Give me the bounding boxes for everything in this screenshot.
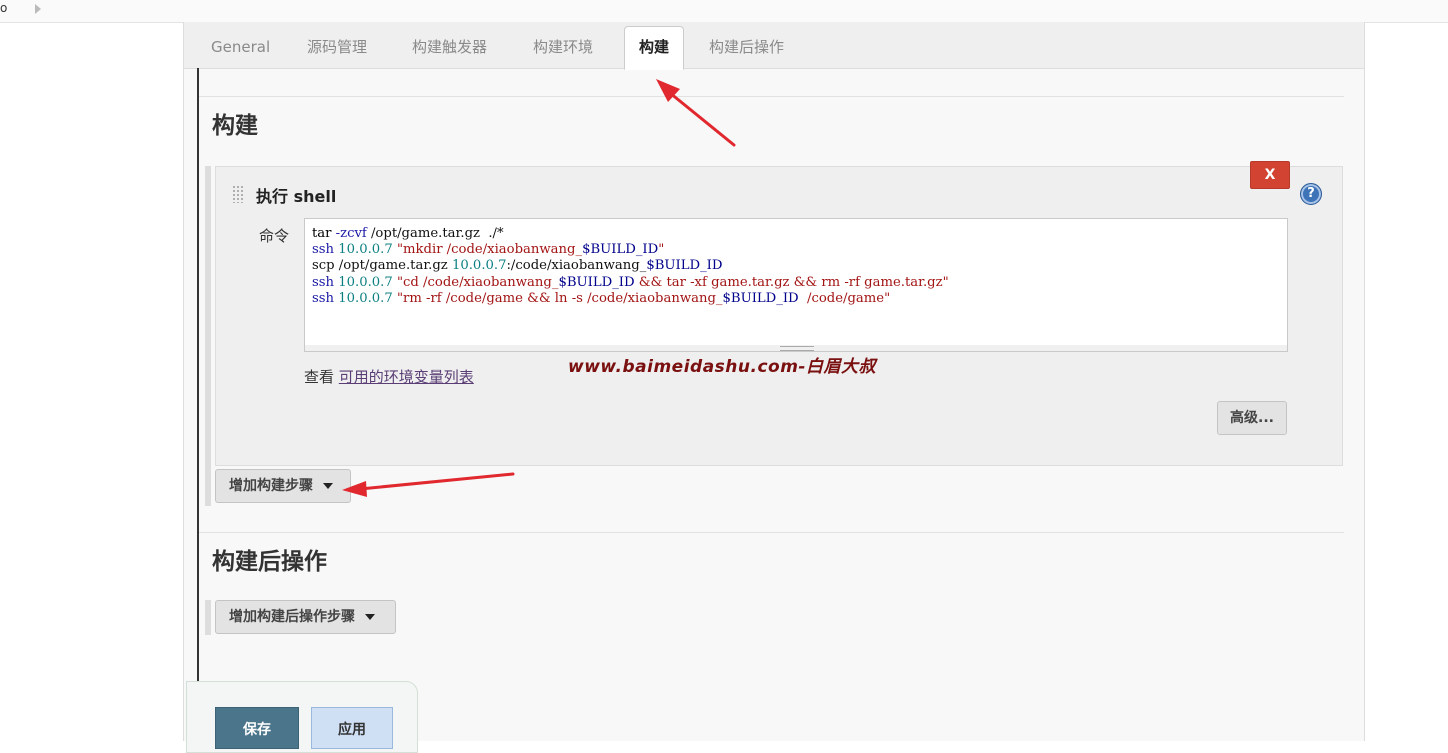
add-post-build-step-button[interactable]: 增加构建后操作步骤	[215, 600, 396, 634]
save-button[interactable]: 保存	[215, 707, 299, 749]
advanced-button[interactable]: 高级...	[1217, 401, 1287, 435]
env-vars-line: 查看 可用的环境变量列表	[304, 366, 474, 387]
config-panel: General 源码管理 构建触发器 构建环境 构建 构建后操作 构建 执行 s…	[183, 22, 1365, 741]
tab-build-triggers[interactable]: 构建触发器	[412, 22, 487, 68]
code-line: ssh 10.0.0.7 "mkdir /code/xiaobanwang_$B…	[312, 242, 665, 258]
apply-button[interactable]: 应用	[311, 707, 393, 749]
drag-handle-icon[interactable]	[232, 185, 244, 203]
add-post-build-step-label: 增加构建后操作步骤	[229, 609, 355, 625]
build-section-title: 构建	[212, 113, 258, 139]
code-line: ssh 10.0.0.7 "rm -rf /code/game && ln -s…	[312, 290, 891, 306]
code-line: scp /opt/game.tar.gz 10.0.0.7:/code/xiao…	[312, 258, 723, 274]
tab-bar: General 源码管理 构建触发器 构建环境 构建 构建后操作	[184, 22, 1364, 70]
step-stripe	[205, 600, 211, 635]
tab-build[interactable]: 构建	[624, 26, 684, 70]
caret-down-icon	[323, 483, 333, 489]
code-line: tar -zcvf /opt/game.tar.gz ./*	[312, 226, 504, 241]
top-bar: o	[0, 0, 1448, 23]
divider	[199, 96, 1344, 97]
bottom-action-bar: 保存 应用	[186, 681, 418, 753]
divider	[199, 532, 1344, 533]
code-line: ssh 10.0.0.7 "cd /code/xiaobanwang_$BUIL…	[312, 274, 949, 290]
step-stripe	[205, 166, 211, 506]
command-label: 命令	[259, 227, 290, 245]
view-prefix: 查看	[304, 368, 335, 386]
env-vars-link[interactable]: 可用的环境变量列表	[339, 368, 474, 386]
delete-step-button[interactable]: X	[1250, 161, 1290, 189]
tab-post-build[interactable]: 构建后操作	[709, 22, 784, 68]
resize-grip[interactable]	[304, 345, 1288, 352]
tab-general[interactable]: General	[211, 22, 270, 68]
add-build-step-button[interactable]: 增加构建步骤	[215, 469, 351, 503]
expand-arrow-icon[interactable]	[35, 4, 41, 14]
section-rule	[197, 68, 199, 741]
command-textarea[interactable]: tar -zcvf /opt/game.tar.gz ./* ssh 10.0.…	[304, 218, 1288, 346]
execute-shell-step: 执行 shell X ? 命令 tar -zcvf /opt/game.tar.…	[215, 161, 1343, 466]
tab-source-management[interactable]: 源码管理	[307, 22, 367, 68]
add-build-step-label: 增加构建步骤	[229, 478, 313, 494]
watermark: www.baimeidashu.com-白眉大叔	[568, 357, 876, 377]
tab-build-environment[interactable]: 构建环境	[533, 22, 593, 68]
post-build-section-title: 构建后操作	[212, 549, 327, 575]
caret-down-icon	[365, 614, 375, 620]
top-bar-text: o	[0, 1, 8, 15]
step-title: 执行 shell	[256, 187, 337, 206]
help-icon[interactable]: ?	[1300, 183, 1322, 205]
